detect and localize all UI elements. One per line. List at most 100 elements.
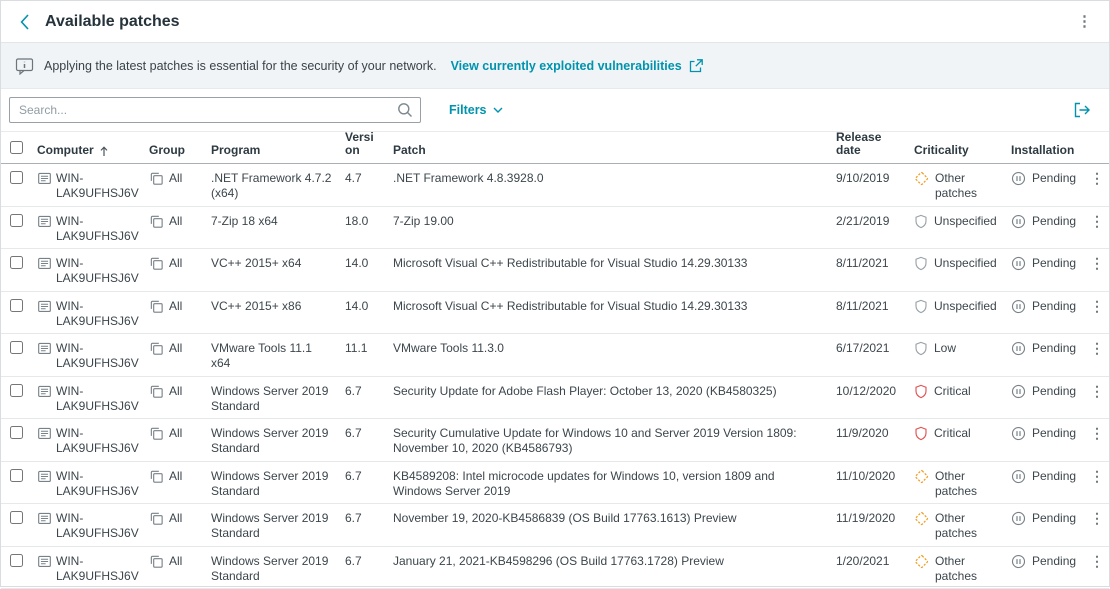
- row-check-cell: [1, 554, 31, 571]
- installation-cell: Pending: [1005, 554, 1085, 569]
- computer-name: WIN-LAK9UFHSJ6V: [56, 384, 139, 414]
- search-input[interactable]: [9, 97, 421, 123]
- group-cell: All: [143, 469, 205, 484]
- criticality-shield-icon: [914, 341, 928, 356]
- row-menu-icon[interactable]: ⋮: [1085, 256, 1109, 271]
- row-checkbox[interactable]: [10, 426, 23, 439]
- criticality-label: Unspecified: [934, 299, 997, 314]
- back-button[interactable]: [13, 11, 35, 33]
- column-release-date[interactable]: Release date: [830, 131, 908, 157]
- version: 14.0: [339, 299, 387, 314]
- column-criticality[interactable]: Criticality: [908, 144, 1005, 157]
- row-menu-icon[interactable]: ⋮: [1085, 469, 1109, 484]
- row-menu-icon[interactable]: ⋮: [1085, 341, 1109, 356]
- criticality-label: Other patches: [935, 469, 999, 499]
- criticality-cell: Unspecified: [908, 214, 1005, 229]
- page-menu-icon[interactable]: ⋮: [1072, 12, 1097, 31]
- group-name: All: [169, 256, 182, 271]
- row-checkbox[interactable]: [10, 511, 23, 524]
- page-title: Available patches: [45, 13, 180, 31]
- row-checkbox[interactable]: [10, 214, 23, 227]
- row-check-cell: [1, 214, 31, 231]
- external-link-icon[interactable]: [688, 58, 704, 74]
- table-row[interactable]: WIN-LAK9UFHSJ6V All Windows Server 2019 …: [1, 377, 1109, 420]
- version: 14.0: [339, 256, 387, 271]
- pending-pause-icon: [1011, 426, 1026, 441]
- table-row[interactable]: WIN-LAK9UFHSJ6V All VC++ 2015+ x86 14.0 …: [1, 292, 1109, 335]
- table-row[interactable]: WIN-LAK9UFHSJ6V All Windows Server 2019 …: [1, 547, 1109, 589]
- row-checkbox[interactable]: [10, 341, 23, 354]
- table-row[interactable]: WIN-LAK9UFHSJ6V All Windows Server 2019 …: [1, 504, 1109, 547]
- row-checkbox[interactable]: [10, 299, 23, 312]
- version: 18.0: [339, 214, 387, 229]
- row-menu-icon[interactable]: ⋮: [1085, 511, 1109, 526]
- computer-icon: [37, 256, 52, 286]
- row-menu-icon[interactable]: ⋮: [1085, 384, 1109, 399]
- table-row[interactable]: WIN-LAK9UFHSJ6V All Windows Server 2019 …: [1, 419, 1109, 462]
- row-checkbox[interactable]: [10, 384, 23, 397]
- select-all-checkbox[interactable]: [10, 141, 23, 154]
- patch-name: January 21, 2021-KB4598296 (OS Build 177…: [387, 554, 830, 569]
- row-checkbox[interactable]: [10, 554, 23, 567]
- installation-cell: Pending: [1005, 384, 1085, 399]
- table-row[interactable]: WIN-LAK9UFHSJ6V All VMware Tools 11.1 x6…: [1, 334, 1109, 377]
- row-menu-icon[interactable]: ⋮: [1085, 554, 1109, 569]
- group-cell: All: [143, 171, 205, 186]
- computer-name: WIN-LAK9UFHSJ6V: [56, 214, 139, 244]
- group-name: All: [169, 469, 182, 484]
- version: 6.7: [339, 511, 387, 526]
- select-all-cell: [1, 141, 31, 157]
- installation-cell: Pending: [1005, 341, 1085, 356]
- group-cell: All: [143, 384, 205, 399]
- column-group[interactable]: Group: [143, 144, 205, 157]
- installation-cell: Pending: [1005, 171, 1085, 186]
- other-patch-icon: [914, 469, 929, 499]
- row-checkbox[interactable]: [10, 469, 23, 482]
- computer-cell: WIN-LAK9UFHSJ6V: [31, 214, 143, 244]
- group-cell: All: [143, 256, 205, 271]
- group-icon: [149, 299, 164, 314]
- group-icon: [149, 469, 164, 484]
- sort-ascending-icon[interactable]: [100, 146, 108, 157]
- group-name: All: [169, 384, 182, 399]
- criticality-shield-icon: [914, 426, 928, 441]
- exploited-vulnerabilities-link[interactable]: View currently exploited vulnerabilities: [451, 59, 682, 73]
- row-check-cell: [1, 341, 31, 358]
- program-name: Windows Server 2019 Standard: [205, 511, 339, 541]
- criticality-label: Critical: [934, 426, 971, 441]
- computer-name: WIN-LAK9UFHSJ6V: [56, 341, 139, 371]
- group-icon: [149, 214, 164, 229]
- computer-cell: WIN-LAK9UFHSJ6V: [31, 171, 143, 201]
- row-check-cell: [1, 256, 31, 273]
- row-menu-icon[interactable]: ⋮: [1085, 299, 1109, 314]
- available-patches-page: Available patches ⋮ Applying the latest …: [1, 1, 1109, 589]
- search-icon[interactable]: [397, 102, 413, 118]
- installation-status: Pending: [1032, 469, 1076, 484]
- row-menu-icon[interactable]: ⋮: [1085, 426, 1109, 441]
- export-icon[interactable]: [1072, 100, 1093, 120]
- installation-cell: Pending: [1005, 256, 1085, 271]
- row-menu-icon[interactable]: ⋮: [1085, 214, 1109, 229]
- patch-name: Microsoft Visual C++ Redistributable for…: [387, 256, 830, 271]
- table-row[interactable]: WIN-LAK9UFHSJ6V All VC++ 2015+ x64 14.0 …: [1, 249, 1109, 292]
- column-installation[interactable]: Installation: [1005, 144, 1085, 157]
- column-computer[interactable]: Computer: [31, 144, 143, 157]
- patch-name: Microsoft Visual C++ Redistributable for…: [387, 299, 830, 314]
- program-name: Windows Server 2019 Standard: [205, 384, 339, 414]
- pending-pause-icon: [1011, 554, 1026, 569]
- version: 6.7: [339, 554, 387, 569]
- computer-cell: WIN-LAK9UFHSJ6V: [31, 299, 143, 329]
- row-menu-icon[interactable]: ⋮: [1085, 171, 1109, 186]
- column-patch[interactable]: Patch: [387, 144, 830, 157]
- table-row[interactable]: WIN-LAK9UFHSJ6V All 7-Zip 18 x64 18.0 7-…: [1, 207, 1109, 250]
- column-version[interactable]: Version: [339, 131, 387, 157]
- criticality-cell: Low: [908, 341, 1005, 356]
- row-checkbox[interactable]: [10, 171, 23, 184]
- table-row[interactable]: WIN-LAK9UFHSJ6V All .NET Framework 4.7.2…: [1, 164, 1109, 207]
- column-program[interactable]: Program: [205, 144, 339, 157]
- group-icon: [149, 554, 164, 569]
- filters-button[interactable]: Filters: [449, 103, 503, 117]
- row-checkbox[interactable]: [10, 256, 23, 269]
- installation-status: Pending: [1032, 426, 1076, 441]
- table-row[interactable]: WIN-LAK9UFHSJ6V All Windows Server 2019 …: [1, 462, 1109, 505]
